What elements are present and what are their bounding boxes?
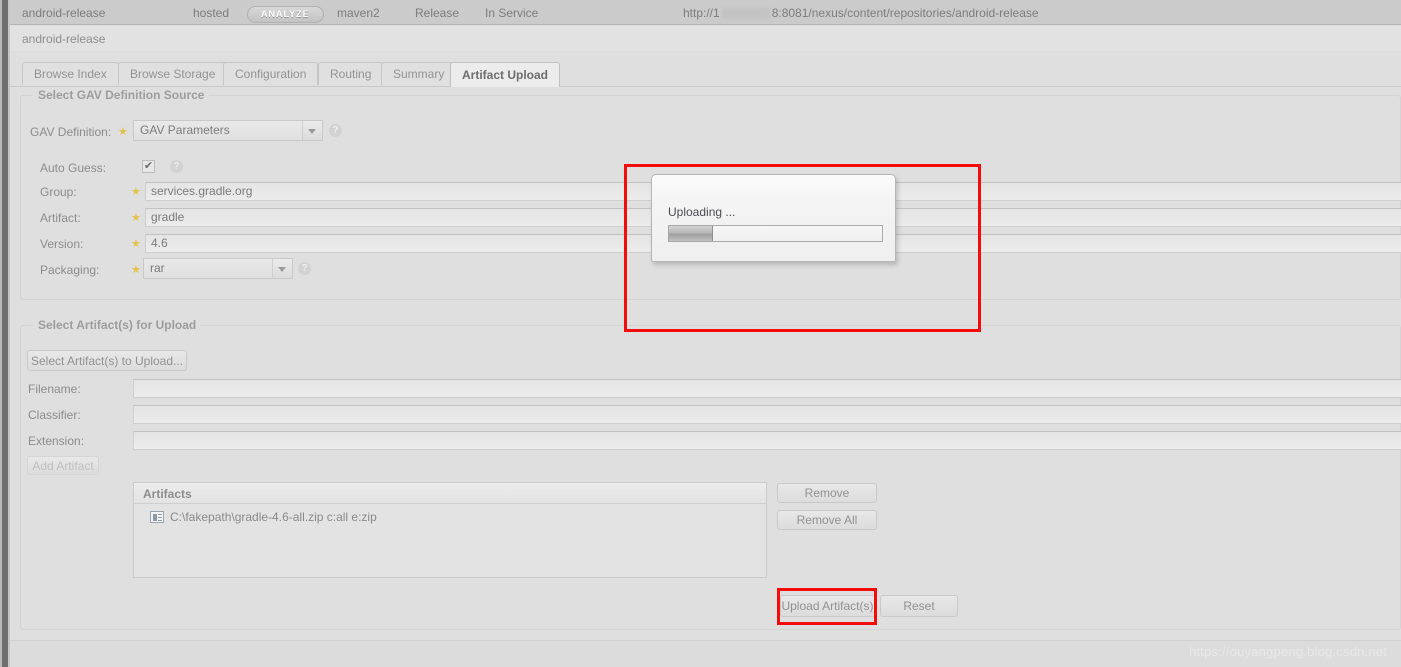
classifier-input[interactable] <box>133 405 1401 424</box>
file-icon <box>150 511 164 523</box>
tab-browse-index[interactable]: Browse Index <box>22 62 119 85</box>
page-title: android-release <box>10 26 1401 52</box>
artifact-fieldset-legend: Select Artifact(s) for Upload <box>33 318 202 332</box>
filename-label: Filename: <box>28 382 81 396</box>
remove-button[interactable]: Remove <box>777 483 877 503</box>
repo-policy-cell: Release <box>415 6 460 20</box>
chevron-down-icon <box>272 259 292 278</box>
remove-all-button[interactable]: Remove All <box>777 510 877 530</box>
tab-bar: Browse Index Browse Storage Configuratio… <box>10 60 1401 87</box>
left-scroll-rail[interactable] <box>0 0 10 667</box>
watermark: https://ouyangpeng.blog.csdn.net <box>1189 644 1387 659</box>
upload-progress-bar <box>668 225 883 242</box>
add-artifact-button[interactable]: Add Artifact <box>27 456 99 475</box>
packaging-select[interactable]: rar <box>143 258 293 279</box>
analyze-button-label: ANALYZE <box>247 6 324 23</box>
tab-routing[interactable]: Routing <box>318 62 384 85</box>
artifacts-list-header: Artifacts <box>134 483 766 504</box>
repo-url-suffix: 8:8081/nexus/content/repositories/androi… <box>771 6 1039 20</box>
filename-input[interactable] <box>133 379 1401 398</box>
upload-artifacts-button[interactable]: Upload Artifact(s) <box>780 595 875 617</box>
tab-configuration[interactable]: Configuration <box>223 62 319 85</box>
gav-definition-select[interactable]: GAV Parameters <box>133 120 323 141</box>
upload-progress-fill <box>669 226 713 241</box>
version-label: Version: <box>40 237 84 251</box>
version-required-star: ★ <box>131 238 141 250</box>
repo-url-cell: http://1 8:8081/nexus/content/repositorie… <box>683 6 1039 20</box>
gav-definition-label: GAV Definition: <box>30 125 112 139</box>
tab-artifact-upload[interactable]: Artifact Upload <box>450 62 561 87</box>
list-item-label: C:\fakepath\gradle-4.6-all.zip c:all e:z… <box>170 510 377 524</box>
tab-browse-storage[interactable]: Browse Storage <box>118 62 228 85</box>
repo-status-cell: In Service <box>485 6 539 20</box>
artifact-label: Artifact: <box>40 211 81 225</box>
packaging-help-icon[interactable]: ? <box>298 262 311 275</box>
repository-summary-bar: android-release hosted ANALYZE maven2 Re… <box>10 0 1401 25</box>
auto-guess-label: Auto Guess: <box>40 161 107 175</box>
auto-guess-help-icon[interactable]: ? <box>170 160 183 173</box>
packaging-required-star: ★ <box>131 264 141 276</box>
repo-name-cell: android-release <box>22 6 106 20</box>
extension-input[interactable] <box>133 431 1401 450</box>
artifact-required-star: ★ <box>131 212 141 224</box>
analyze-button[interactable]: ANALYZE <box>247 6 324 23</box>
auto-guess-checkbox[interactable]: ✔ <box>142 160 155 173</box>
reset-button[interactable]: Reset <box>880 595 958 617</box>
redacted-host-blur <box>721 8 770 19</box>
gav-definition-help-icon[interactable]: ? <box>329 124 342 137</box>
packaging-select-value: rar <box>150 261 165 275</box>
tab-summary[interactable]: Summary <box>381 62 457 85</box>
list-item[interactable]: C:\fakepath\gradle-4.6-all.zip c:all e:z… <box>134 504 766 524</box>
uploading-dialog-title: Uploading ... <box>668 205 736 219</box>
repo-format-cell: maven2 <box>337 6 380 20</box>
repo-url-prefix: http://1 <box>683 6 720 20</box>
group-required-star: ★ <box>131 186 141 198</box>
select-artifacts-button[interactable]: Select Artifact(s) to Upload... <box>27 350 187 371</box>
repo-type-cell: hosted <box>193 6 230 20</box>
select-artifacts-fieldset: Select Artifact(s) for Upload <box>20 318 1401 630</box>
gav-definition-required-star: ★ <box>118 126 128 138</box>
extension-label: Extension: <box>28 434 85 448</box>
gav-fieldset-legend: Select GAV Definition Source <box>33 88 210 102</box>
packaging-label: Packaging: <box>40 263 100 277</box>
chevron-down-icon <box>302 121 322 140</box>
group-label: Group: <box>40 185 77 199</box>
gav-definition-select-value: GAV Parameters <box>140 123 230 137</box>
artifacts-list[interactable]: Artifacts C:\fakepath\gradle-4.6-all.zip… <box>133 482 767 578</box>
uploading-dialog: Uploading ... <box>651 174 896 262</box>
classifier-label: Classifier: <box>28 408 81 422</box>
